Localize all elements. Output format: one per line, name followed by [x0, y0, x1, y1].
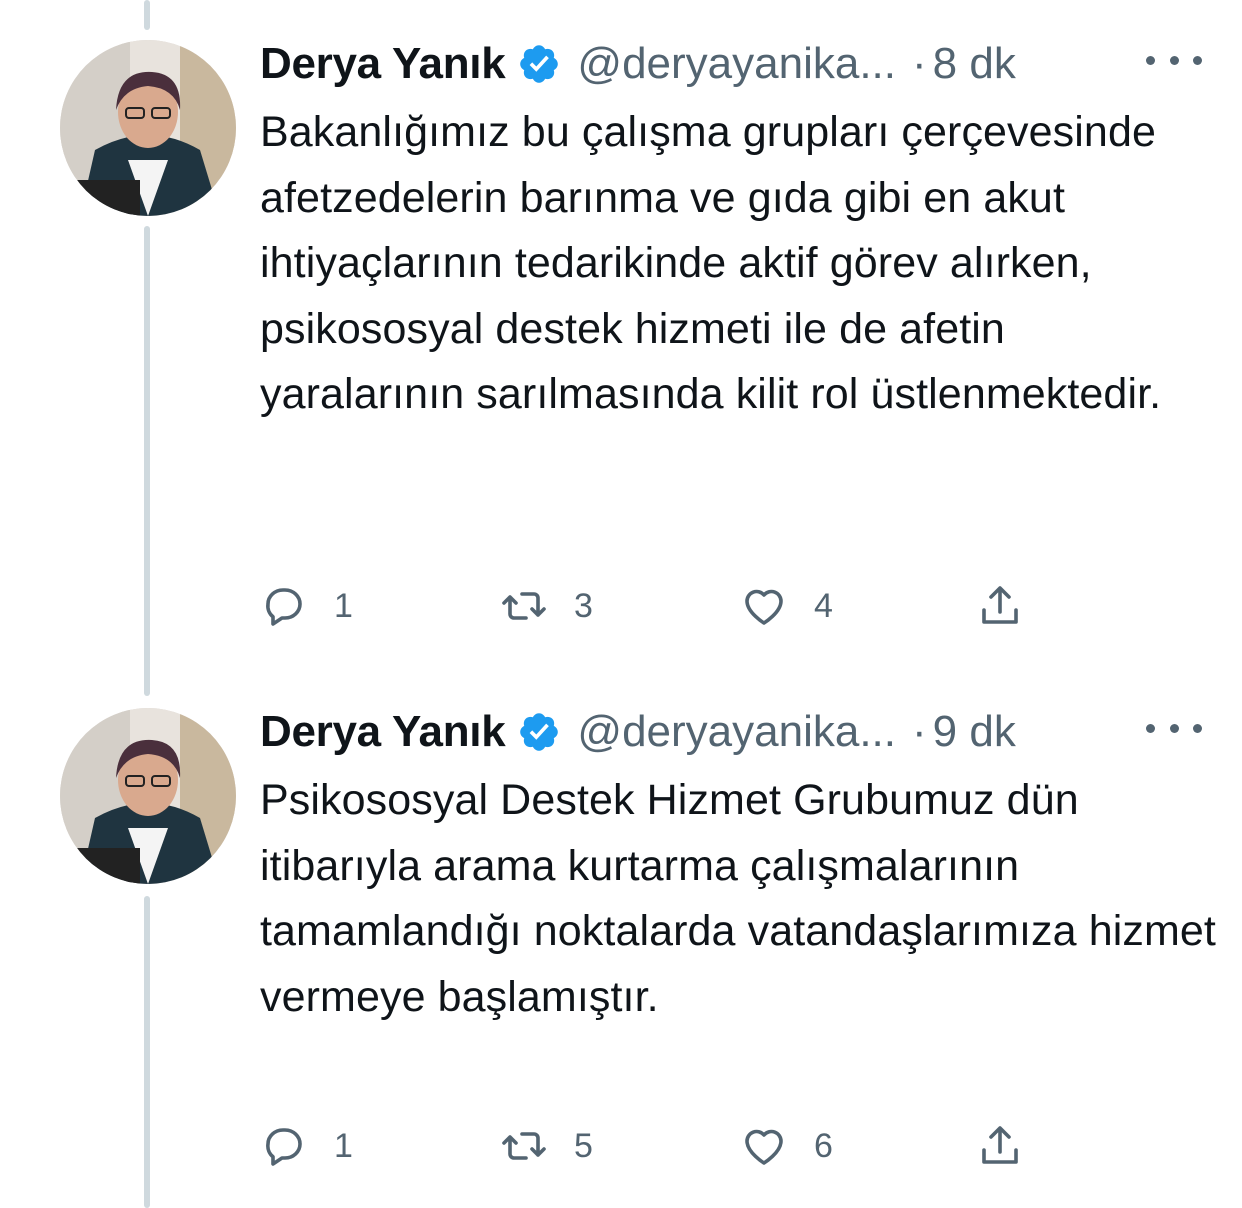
share-button[interactable] [976, 1118, 1024, 1174]
retweet-button[interactable]: 5 [500, 1118, 593, 1174]
author-handle[interactable]: @deryayanika... [577, 39, 896, 89]
reply-count: 1 [334, 1126, 353, 1165]
heart-icon [745, 1129, 783, 1165]
tweet-text: Bakanlığımız bu çalışma grupları çerçeve… [260, 108, 1162, 418]
author-handle[interactable]: @deryayanika... [577, 707, 896, 757]
verified-badge-icon [517, 710, 561, 754]
more-icon[interactable] [1146, 40, 1202, 80]
tweet-time[interactable]: 9 dk [933, 707, 1016, 757]
tweet-header: Derya Yanık @deryayanika... · 8 dk [260, 34, 1202, 94]
avatar[interactable] [60, 708, 236, 884]
tweet-actions: 1 3 4 [260, 578, 1060, 634]
like-button[interactable]: 4 [740, 578, 833, 634]
share-icon [982, 586, 1018, 624]
tweet-actions: 1 5 6 [260, 1118, 1060, 1174]
heart-icon [745, 589, 783, 625]
retweet-icon [502, 1132, 546, 1160]
reply-button[interactable]: 1 [260, 1118, 353, 1174]
share-button[interactable] [976, 578, 1024, 634]
retweet-button[interactable]: 3 [500, 578, 593, 634]
retweet-icon [502, 592, 546, 620]
tweet[interactable]: Derya Yanık @deryayanika... · 9 dk Psiko… [0, 668, 1242, 1208]
like-count: 6 [814, 1126, 833, 1165]
retweet-count: 5 [574, 1126, 593, 1165]
avatar[interactable] [60, 40, 236, 216]
like-count: 4 [814, 586, 833, 625]
reply-button[interactable]: 1 [260, 578, 353, 634]
author-name[interactable]: Derya Yanık [260, 707, 506, 757]
author-name[interactable]: Derya Yanık [260, 39, 506, 89]
more-icon[interactable] [1146, 708, 1202, 748]
reply-count: 1 [334, 586, 353, 625]
reply-icon [266, 588, 302, 626]
time-separator: · [912, 39, 927, 88]
time-separator: · [912, 707, 927, 756]
tweet[interactable]: Derya Yanık @deryayanika... · 8 dk Bakan… [0, 0, 1242, 660]
like-button[interactable]: 6 [740, 1118, 833, 1174]
tweet-text: Psikososyal Destek Hizmet Grubumuz dün i… [260, 776, 1216, 1021]
reply-icon [266, 1128, 302, 1166]
verified-badge-icon [517, 42, 561, 86]
tweet-header: Derya Yanık @deryayanika... · 9 dk [260, 702, 1202, 762]
share-icon [982, 1126, 1018, 1164]
retweet-count: 3 [574, 586, 593, 625]
tweet-time[interactable]: 8 dk [933, 39, 1016, 89]
